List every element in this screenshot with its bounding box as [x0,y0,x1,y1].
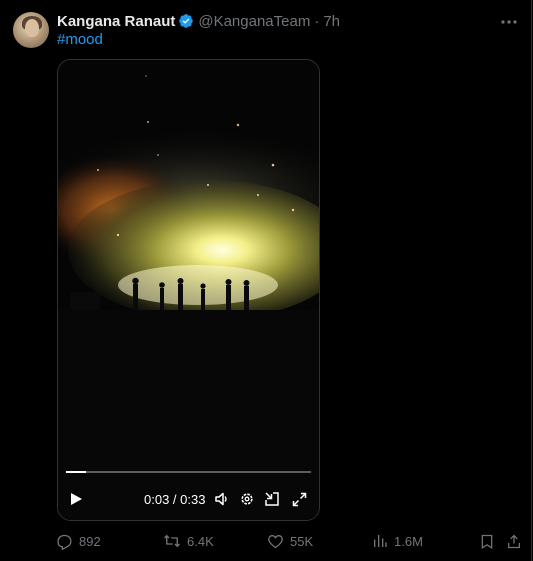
bookmark-icon [481,534,493,549]
share-button[interactable] [506,531,528,551]
volume-icon [215,492,227,506]
like-icon [268,534,283,548]
timestamp[interactable]: 7h [323,13,340,30]
like-count: 55K [290,533,314,549]
play-button[interactable] [67,490,85,508]
fullscreen-button[interactable] [290,490,308,508]
avatar[interactable] [13,12,49,48]
author-handle[interactable]: @KanganaTeam [198,13,310,30]
tweet-text[interactable]: #mood [57,31,103,48]
tweet-header: Kangana Ranaut @KanganaTeam · 7h [57,11,340,31]
fullscreen-icon [292,492,306,506]
settings-button[interactable] [238,490,256,508]
reply-icon [57,534,72,550]
repost-button[interactable]: 6.4K [163,531,214,551]
settings-icon [241,493,253,505]
video-timecode: 0:03 / 0:33 [144,492,206,507]
more-icon[interactable] [499,12,519,32]
minimize-icon [265,492,279,506]
reply-count: 892 [79,533,101,549]
tweet[interactable]: Kangana Ranaut @KanganaTeam · 7h #mood 0… [0,0,532,561]
views-button[interactable]: 1.6M [372,531,423,551]
video-frame [58,60,319,520]
bookmark-button[interactable] [479,531,501,551]
separator-dot: · [314,12,320,30]
author-name[interactable]: Kangana Ranaut [57,13,175,30]
volume-button[interactable] [213,490,231,508]
progress-fill [66,471,86,473]
repost-icon [164,534,180,548]
like-button[interactable]: 55K [267,531,313,551]
views-icon [374,535,387,547]
avatar-face [25,19,39,37]
video-player[interactable]: 0:03 / 0:33 [57,59,320,521]
repost-count: 6.4K [187,533,214,549]
views-count: 1.6M [394,533,423,549]
video-controls: 0:03 / 0:33 [58,484,319,514]
play-icon [71,493,82,505]
progress-bar[interactable] [66,471,311,473]
verified-badge-icon [179,14,194,28]
action-bar: 892 6.4K 55K 1.6M [56,531,526,551]
share-icon [508,534,520,548]
reply-button[interactable]: 892 [56,531,101,551]
minimize-button[interactable] [263,490,281,508]
